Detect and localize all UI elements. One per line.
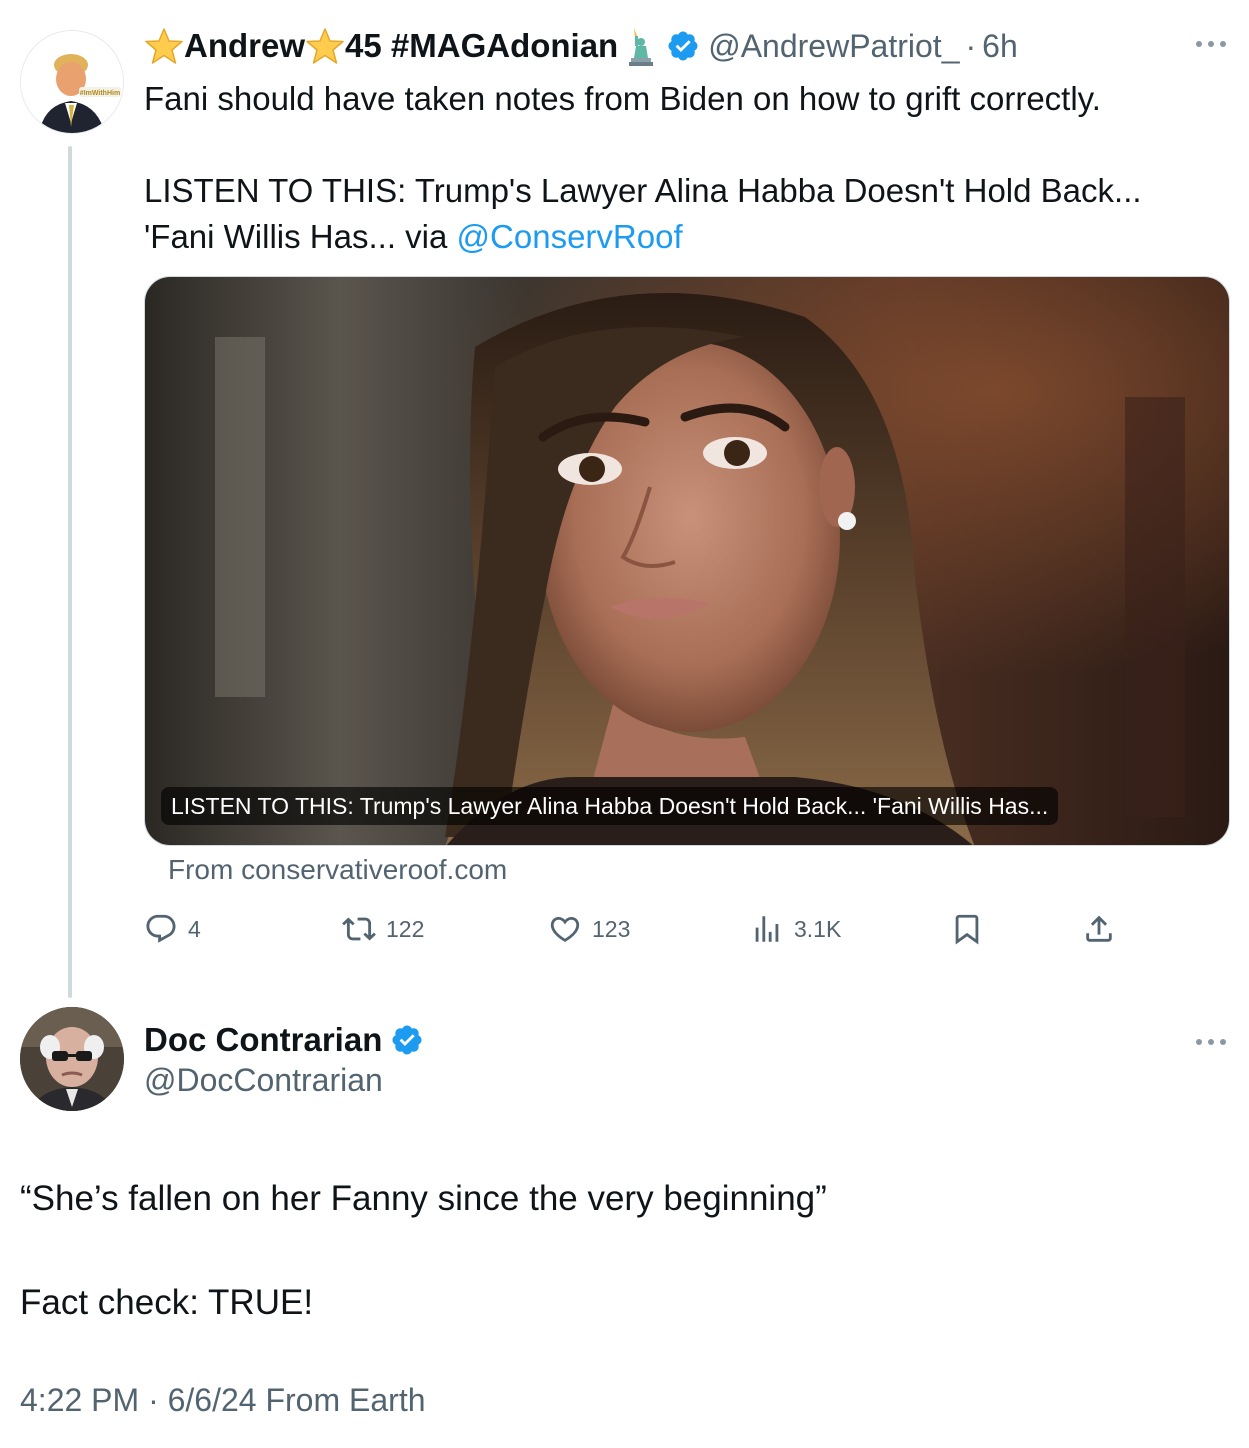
card-image — [145, 277, 1229, 845]
views-icon — [755, 916, 779, 942]
main-tweet-text: “She’s fallen on her Fanny since the ver… — [20, 1174, 1200, 1328]
tweet-detail-page: #ImWithHim Andrew 45 #MAGAdonian @Andrew… — [0, 0, 1249, 1448]
main-author-handle[interactable]: @DocContrarian — [144, 1062, 383, 1099]
mention-link[interactable]: @ConservRoof — [457, 218, 683, 255]
star-icon — [145, 28, 183, 64]
parent-tweet-text-line: Fani should have taken notes from Biden … — [144, 80, 1101, 117]
parent-tweet-text: Fani should have taken notes from Biden … — [144, 76, 1204, 260]
bookmark-icon — [955, 914, 979, 945]
views-count: 3.1K — [794, 915, 842, 942]
parent-author-avatar[interactable]: #ImWithHim — [20, 30, 124, 134]
star-icon — [306, 28, 344, 64]
verified-badge-icon — [668, 31, 698, 61]
header-separator: · — [965, 27, 977, 64]
thread-connector-line — [68, 146, 72, 998]
parent-author-handle[interactable]: @AndrewPatriot_ — [708, 28, 959, 65]
main-author-name[interactable]: Doc Contrarian — [144, 1021, 382, 1059]
main-tweet-timestamp[interactable]: 4:22 PM · 6/6/24 From Earth — [20, 1382, 426, 1419]
retweet-count: 122 — [386, 915, 425, 942]
parent-tweet-time[interactable]: 6h — [982, 28, 1018, 65]
reply-button[interactable]: 4 — [144, 906, 201, 952]
parent-author-name-part2[interactable]: 45 #MAGAdonian — [345, 27, 618, 65]
verified-badge-icon — [392, 1025, 422, 1055]
card-caption: LISTEN TO THIS: Trump's Lawyer Alina Hab… — [161, 787, 1059, 825]
retweet-button[interactable]: 122 — [342, 906, 424, 952]
link-preview-card[interactable]: LISTEN TO THIS: Trump's Lawyer Alina Hab… — [144, 276, 1230, 846]
parent-tweet-actions: 4 122 123 3.1K — [144, 906, 1124, 952]
parent-author-name-part1[interactable]: Andrew — [184, 27, 305, 65]
statue-of-liberty-icon — [629, 28, 654, 66]
like-icon — [550, 916, 580, 942]
main-tweet-text-line: “She’s fallen on her Fanny since the ver… — [20, 1179, 827, 1218]
parent-tweet-header: Andrew 45 #MAGAdonian @AndrewPatriot_ · … — [144, 26, 1018, 66]
main-tweet-text-line: Fact check: TRUE! — [20, 1283, 314, 1322]
avatar-badge-text: #ImWithHim — [80, 90, 120, 97]
more-icon[interactable] — [1196, 1034, 1226, 1050]
share-icon — [1086, 915, 1112, 942]
views-button[interactable]: 3.1K — [750, 906, 841, 952]
card-source[interactable]: From conservativeroof.com — [168, 854, 507, 886]
bookmark-button[interactable] — [950, 906, 994, 952]
like-count: 123 — [592, 915, 631, 942]
parent-tweet-text-line: LISTEN TO THIS: Trump's Lawyer Alina Hab… — [144, 172, 1142, 209]
share-button[interactable] — [1082, 906, 1126, 952]
like-button[interactable]: 123 — [548, 906, 630, 952]
reply-icon — [146, 914, 176, 943]
more-icon[interactable] — [1196, 36, 1226, 52]
parent-tweet-text-line: 'Fani Willis Has... via — [144, 218, 457, 255]
main-author-avatar[interactable] — [20, 1007, 124, 1111]
retweet-icon — [342, 917, 376, 941]
main-author-name-row: Doc Contrarian — [144, 1018, 432, 1062]
reply-count: 4 — [188, 915, 201, 942]
